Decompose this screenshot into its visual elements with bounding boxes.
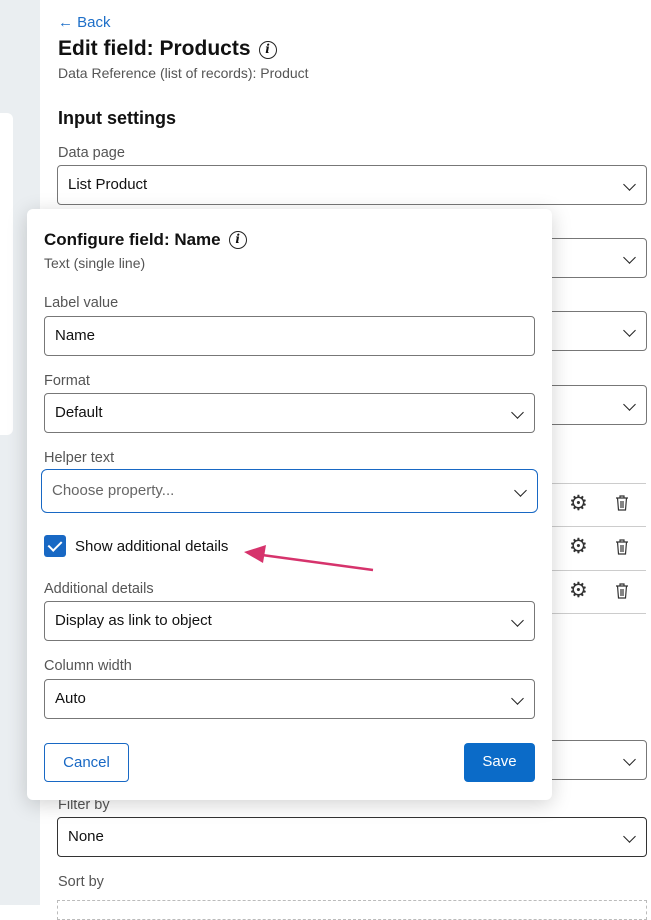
annotation-arrow-icon [244,545,374,572]
